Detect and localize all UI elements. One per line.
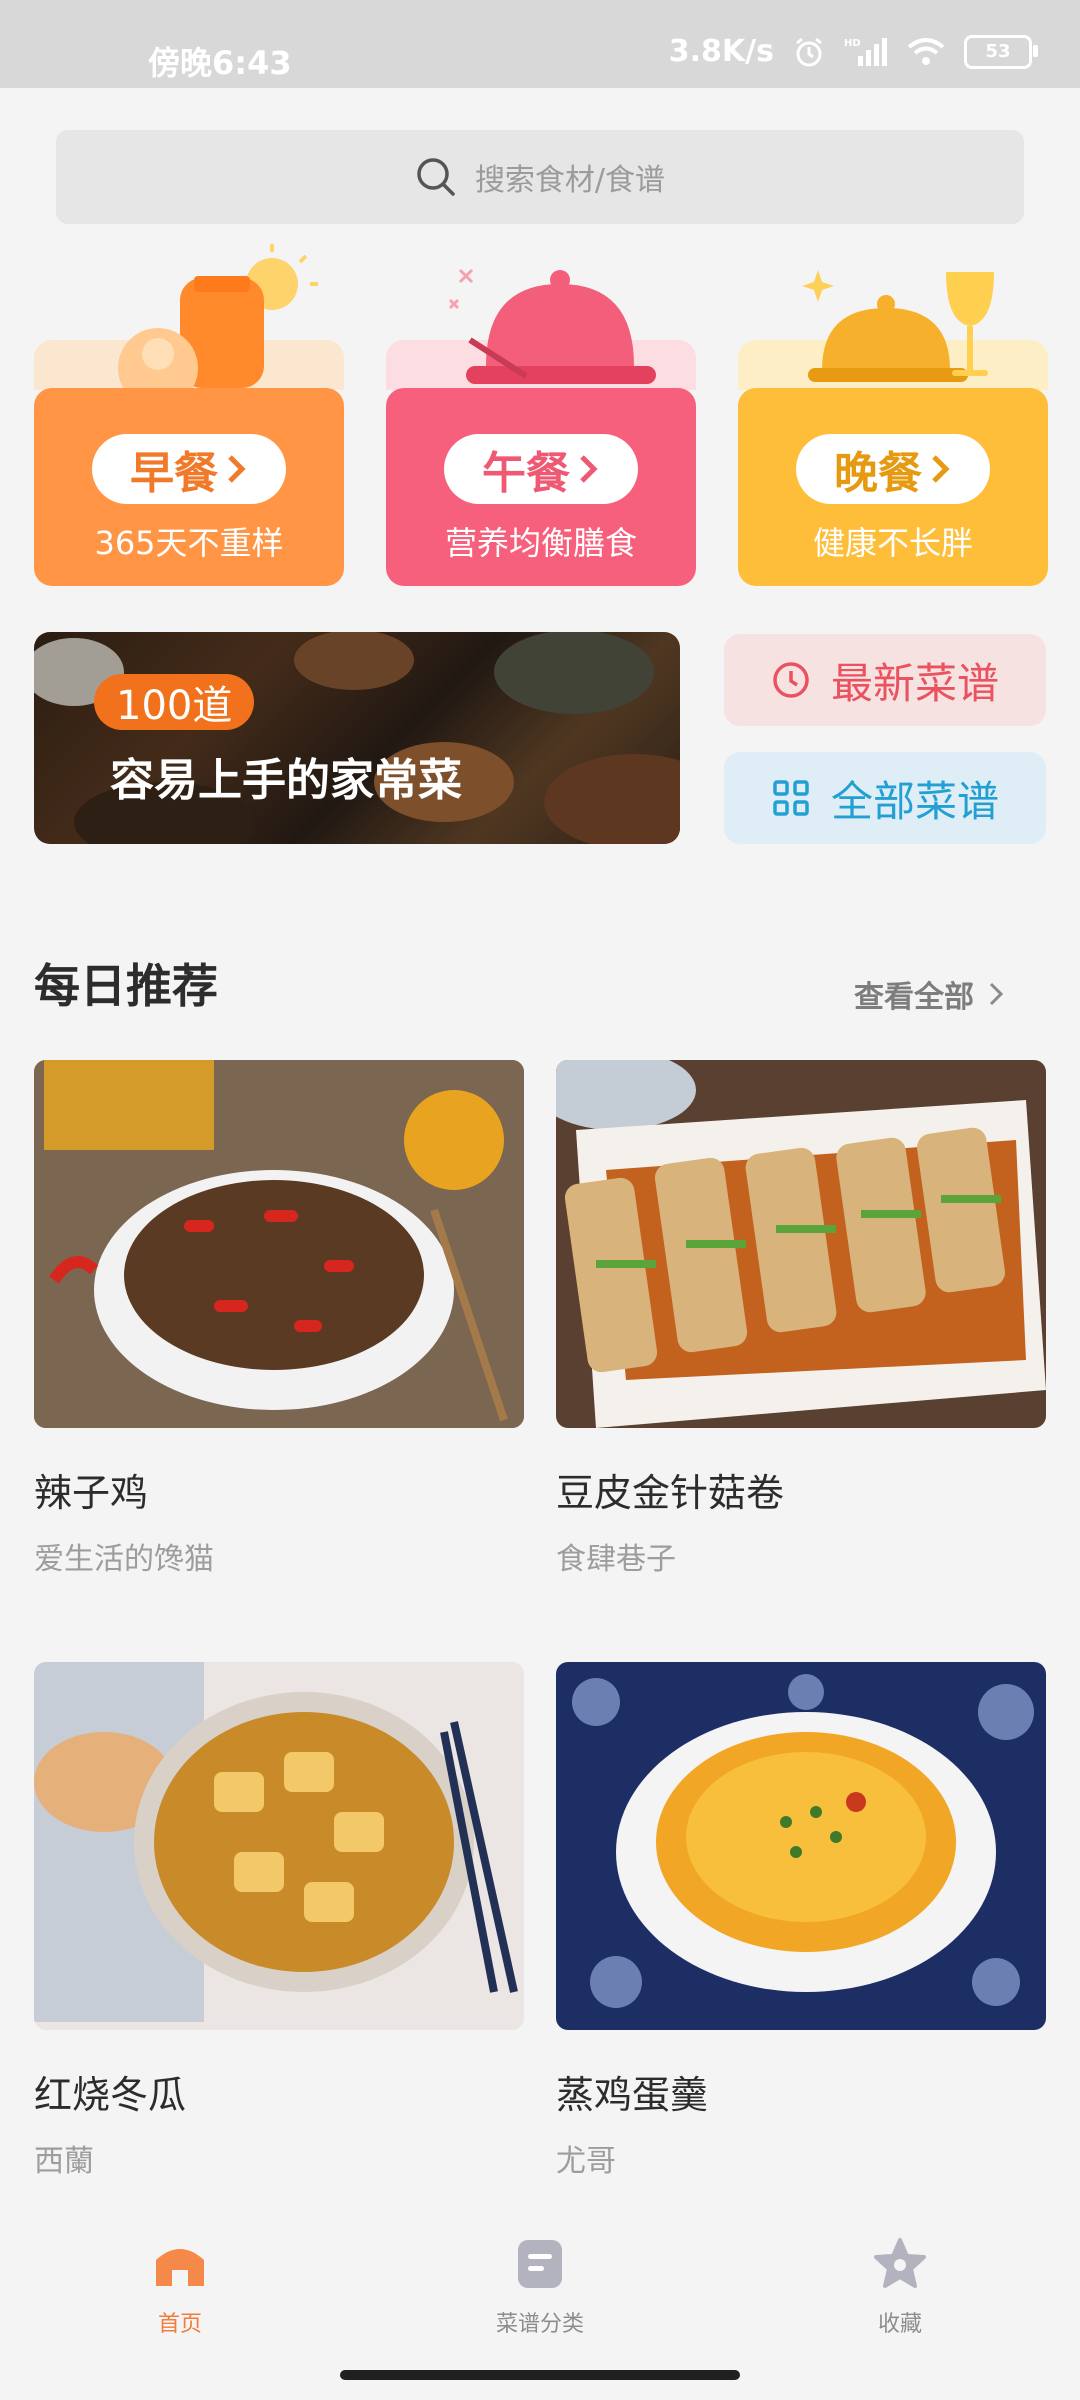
- recipe-image: [34, 1060, 524, 1428]
- hd-signal-icon: HD: [844, 37, 887, 66]
- svg-text:HD: HD: [844, 38, 861, 49]
- status-bar: 傍晚6:43 3.8K/s HD 53: [0, 0, 1080, 88]
- tab-favorites[interactable]: 收藏: [810, 2236, 990, 2338]
- wifi-icon: [907, 37, 945, 65]
- battery-level: 53: [985, 41, 1011, 62]
- recipe-author: 食肆巷子: [556, 1542, 676, 1577]
- dinner-subtitle: 健康不长胖: [812, 524, 973, 562]
- recipe-card[interactable]: 红烧冬瓜 西蘭: [34, 1662, 524, 2179]
- latest-recipes-label: 最新菜谱: [830, 658, 999, 708]
- recipe-author: 尤哥: [556, 2144, 616, 2179]
- breakfast-label: 早餐: [130, 448, 218, 499]
- battery-icon: 53: [964, 34, 1038, 69]
- chevron-right-icon: [580, 455, 598, 483]
- recipe-image: [556, 1060, 1046, 1428]
- breakfast-button[interactable]: 早餐: [92, 434, 286, 504]
- clock-icon: [773, 662, 809, 698]
- wine-glass-icon: [802, 270, 994, 382]
- lunch-label: 午餐: [482, 448, 570, 499]
- recipe-card[interactable]: 豆皮金针菇卷 食肆巷子: [556, 1060, 1046, 1577]
- recipe-author: 西蘭: [34, 2144, 94, 2179]
- star-icon: [874, 2238, 926, 2288]
- all-recipes-label: 全部菜谱: [830, 776, 999, 826]
- search-bar[interactable]: 搜索食材/食谱: [56, 130, 1024, 224]
- breakfast-subtitle: 365天不重样: [94, 524, 284, 562]
- breakfast-card[interactable]: 早餐 365天不重样: [34, 236, 344, 586]
- chevron-right-icon: [932, 455, 950, 483]
- alarm-icon: [796, 37, 822, 66]
- status-time: 傍晚6:43: [148, 44, 292, 82]
- daily-recommend-title: 每日推荐: [34, 959, 218, 1013]
- home-cooking-banner[interactable]: 100道 容易上手的家常菜: [34, 632, 680, 844]
- tab-home-label: 首页: [157, 2312, 202, 2337]
- tab-home[interactable]: 首页: [90, 2236, 270, 2338]
- status-indicators: 3.8K/s HD 53: [668, 34, 1038, 69]
- recipe-image: [34, 1662, 524, 2030]
- juice-bottle-icon: [118, 244, 318, 396]
- recipe-name: 豆皮金针菇卷: [556, 1471, 785, 1515]
- dinner-card[interactable]: 晚餐 健康不长胖: [738, 236, 1048, 586]
- food-cloche-icon: [448, 268, 656, 384]
- banner-title: 容易上手的家常菜: [110, 755, 462, 806]
- recipe-name: 红烧冬瓜: [34, 2073, 187, 2117]
- tab-recipe-categories-label: 菜谱分类: [495, 2312, 584, 2337]
- recipe-name: 辣子鸡: [34, 1471, 149, 1515]
- latest-recipes-button[interactable]: 最新菜谱: [724, 634, 1046, 726]
- banner-food-image: [34, 632, 680, 844]
- tab-recipe-categories[interactable]: 菜谱分类: [450, 2236, 630, 2338]
- banner-badge: 100道: [94, 674, 255, 730]
- home-icon: [156, 2249, 204, 2286]
- recipe-name: 蒸鸡蛋羹: [556, 2073, 709, 2117]
- lunch-button[interactable]: 午餐: [444, 434, 638, 504]
- all-recipes-button[interactable]: 全部菜谱: [724, 752, 1046, 844]
- lunch-card[interactable]: 午餐 营养均衡膳食: [386, 236, 696, 586]
- search-icon: [417, 158, 455, 196]
- tab-favorites-label: 收藏: [877, 2312, 922, 2337]
- see-all-label: 查看全部: [854, 980, 974, 1015]
- see-all-link[interactable]: 查看全部: [854, 972, 1004, 1016]
- dinner-label: 晚餐: [834, 448, 922, 499]
- grid-icon: [773, 780, 809, 816]
- lunch-subtitle: 营养均衡膳食: [444, 524, 637, 562]
- search-placeholder: 搜索食材/食谱: [474, 163, 666, 198]
- recipe-book-icon: [518, 2240, 562, 2288]
- recipe-image: [556, 1662, 1046, 2030]
- recipe-card[interactable]: 辣子鸡 爱生活的馋猫: [34, 1060, 524, 1577]
- network-speed: 3.8K/s: [668, 34, 774, 69]
- dinner-button[interactable]: 晚餐: [796, 434, 990, 504]
- home-indicator[interactable]: [340, 2370, 740, 2380]
- recipe-author: 爱生活的馋猫: [34, 1542, 214, 1577]
- chevron-right-icon: [228, 455, 246, 483]
- chevron-right-icon: [989, 982, 1004, 1006]
- recipe-card[interactable]: 蒸鸡蛋羹 尤哥: [556, 1662, 1046, 2179]
